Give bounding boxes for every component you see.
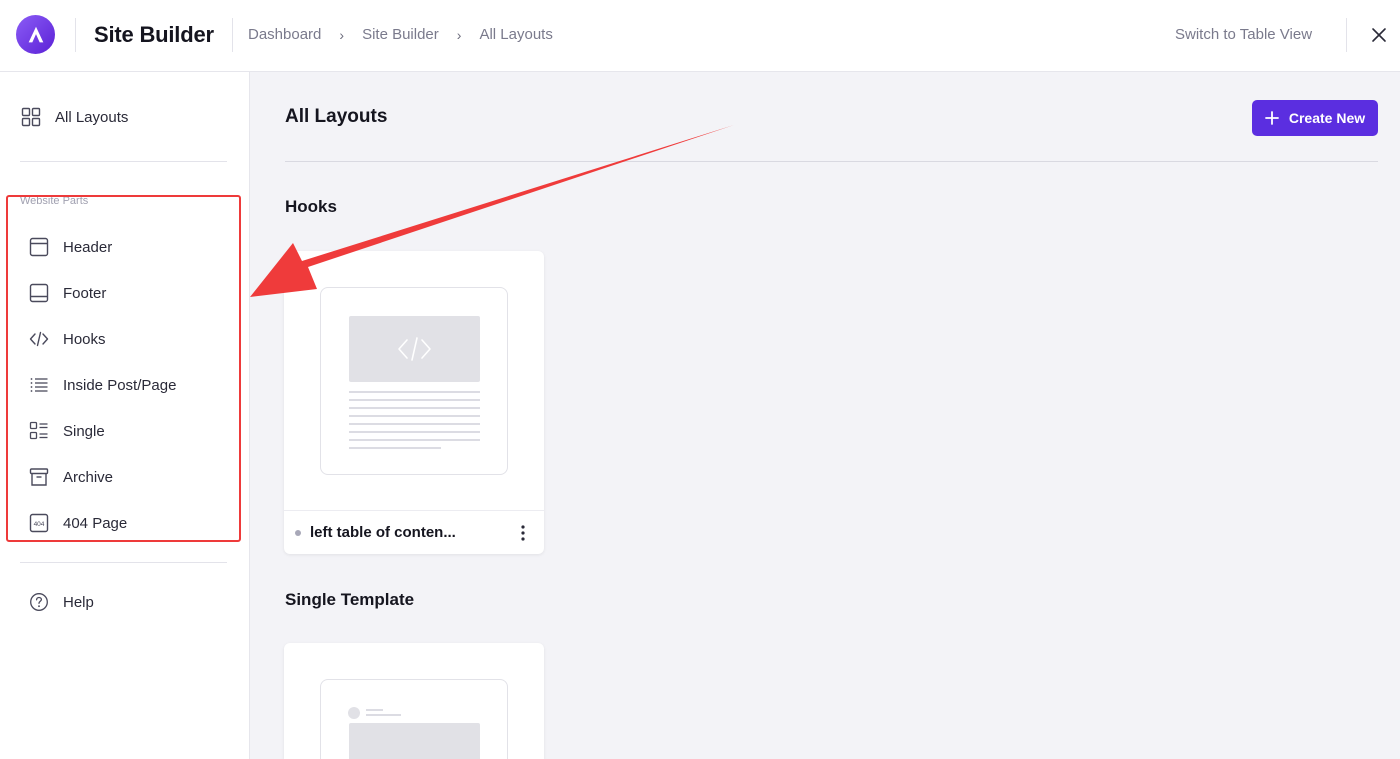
- layout-card[interactable]: left table of conten...: [284, 251, 544, 554]
- code-preview-illustration: [349, 316, 480, 449]
- card-preview: [320, 679, 508, 759]
- breadcrumb: Dashboard › Site Builder › All Layouts: [248, 26, 553, 43]
- app-logo[interactable]: [16, 15, 55, 54]
- card-footer: left table of conten...: [284, 510, 544, 554]
- plus-icon: [1264, 111, 1279, 125]
- chevron-right-icon: ›: [456, 26, 462, 43]
- chevron-right-icon: ›: [339, 26, 345, 43]
- highlight-annotation-box: [6, 195, 241, 542]
- status-dot: [295, 529, 301, 536]
- section-title-hooks: Hooks: [285, 197, 337, 216]
- sidebar-divider: [20, 562, 227, 563]
- breadcrumb-dashboard[interactable]: Dashboard: [248, 26, 321, 43]
- close-icon[interactable]: [1368, 24, 1390, 46]
- page-title: All Layouts: [285, 106, 388, 127]
- grid-icon: [21, 107, 41, 127]
- sidebar: All Layouts Website Parts Header Footer …: [0, 72, 250, 759]
- sidebar-divider: [20, 161, 227, 162]
- layout-card[interactable]: [284, 643, 544, 759]
- app-title: Site Builder: [94, 22, 214, 47]
- switch-to-table-view-link[interactable]: Switch to Table View: [1175, 26, 1312, 43]
- top-divider: [75, 18, 76, 52]
- card-preview: [320, 287, 508, 475]
- main-divider: [285, 161, 1378, 162]
- help-icon: [30, 593, 48, 611]
- sidebar-item-label: Help: [63, 593, 94, 611]
- more-options-icon[interactable]: [520, 524, 526, 542]
- card-title[interactable]: left table of conten...: [310, 524, 456, 541]
- single-preview-illustration: [348, 707, 480, 759]
- breadcrumb-all-layouts: All Layouts: [479, 26, 553, 43]
- breadcrumb-site-builder[interactable]: Site Builder: [362, 26, 439, 43]
- sidebar-item-all-layouts[interactable]: All Layouts: [21, 107, 128, 127]
- sidebar-item-help[interactable]: Help: [29, 592, 94, 612]
- section-title-single-template: Single Template: [285, 590, 415, 609]
- sidebar-item-label: All Layouts: [55, 108, 129, 126]
- create-new-button[interactable]: Create New: [1252, 100, 1378, 136]
- top-divider: [1346, 18, 1347, 52]
- logo-icon: [28, 26, 43, 42]
- top-divider: [232, 18, 233, 52]
- create-new-label: Create New: [1288, 110, 1366, 126]
- top-bar: Site Builder Dashboard › Site Builder › …: [0, 0, 1400, 72]
